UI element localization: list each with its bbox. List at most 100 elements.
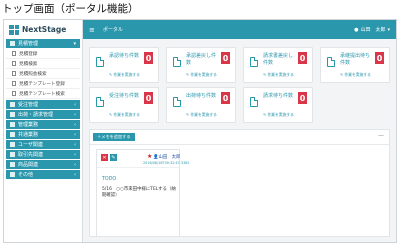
section-icon <box>10 172 15 177</box>
count-badge: 0 <box>375 52 384 64</box>
sidebar-section-partners[interactable]: 取引先関連 ‹ <box>6 150 80 159</box>
count-badge: 0 <box>221 52 230 64</box>
menu-icon[interactable]: ≡ <box>89 26 95 34</box>
sidebar-item-template-search[interactable]: 見積テンプレート検索 <box>6 89 80 99</box>
card-approval-returned[interactable]: 承認差戻し件数 0 ✎ 作業を実施する <box>166 47 236 83</box>
file-icon <box>173 56 182 67</box>
file-icon <box>173 96 182 107</box>
file-icon <box>96 96 105 107</box>
card-action-link[interactable]: ✎ 作業を実施する <box>109 112 140 118</box>
sidebar-section-label: 商品関連 <box>18 162 39 168</box>
card-action-link[interactable]: ✎ 作業を実施する <box>186 72 217 78</box>
sidebar: NextStage 見積管理 ▾ 見積登録 見積検索 見積照会検索 見積テンプレ… <box>4 20 83 242</box>
collapse-icon[interactable]: — <box>378 132 384 139</box>
divider <box>90 144 389 145</box>
chevron-down-icon: ▾ <box>387 26 390 33</box>
divider <box>97 167 179 168</box>
sidebar-section-other[interactable]: その他 ‹ <box>6 170 80 179</box>
breadcrumb: ポータル <box>102 27 123 33</box>
app-logo[interactable]: NextStage <box>4 20 82 39</box>
top-bar: ≡ ポータル ● 山田 太郎 ▾ <box>83 20 396 39</box>
count-badge: 0 <box>144 92 153 104</box>
card-pending-approval[interactable]: 承認待ち件数 0 ✎ 作業を実施する <box>89 47 159 83</box>
memo-text: 5/16 ○○市来田中様にTELする（納期確認） <box>102 187 176 198</box>
document-icon <box>12 61 16 66</box>
sidebar-section-label: その他 <box>18 172 34 178</box>
count-badge: 0 <box>298 52 307 64</box>
user-menu[interactable]: ● 山田 太郎 ▾ <box>354 26 390 34</box>
chevron-left-icon: ‹ <box>74 161 76 168</box>
trash-icon: ✕ <box>102 154 107 161</box>
card-action-link[interactable]: ✎ 作業を実施する <box>263 72 294 78</box>
card-action-link[interactable]: ✎ 作業を実施する <box>186 112 217 118</box>
chevron-left-icon: ‹ <box>74 111 76 118</box>
edit-memo-button[interactable]: ✎ <box>110 154 117 161</box>
sidebar-section-users[interactable]: ユーザ関連 ‹ <box>6 140 80 149</box>
card-submission-pending[interactable]: 承継提出待ち件数 0 ✎ 作業を実施する <box>320 47 390 83</box>
card-action-link[interactable]: ✎ 作業を実施する <box>263 112 294 118</box>
section-icon <box>10 132 15 137</box>
sidebar-section-products[interactable]: 商品関連 ‹ <box>6 160 80 169</box>
sidebar-section-orders[interactable]: 受注管理 ‹ <box>6 100 80 109</box>
user-name: 山田 太郎 <box>360 27 386 33</box>
section-icon <box>10 142 15 147</box>
delete-memo-button[interactable]: ✕ <box>101 154 108 161</box>
card-title: 受注待ち件数 <box>109 93 140 99</box>
file-icon <box>96 56 105 67</box>
add-memo-button[interactable]: ＋メモを追加する <box>93 133 135 141</box>
sidebar-item-estimate-search[interactable]: 見積検索 <box>6 59 80 69</box>
user-icon: ● <box>354 26 359 33</box>
card-action-label: 作業を実施する <box>113 112 140 117</box>
sidebar-section-management[interactable]: 管理業務 ‹ <box>6 120 80 129</box>
star-icon[interactable]: ★ <box>147 153 152 160</box>
sidebar-section-common[interactable]: 共通業務 ‹ <box>6 130 80 139</box>
count-badge: 0 <box>298 92 307 104</box>
sidebar-item-label: 見積テンプレート検索 <box>19 91 65 97</box>
file-icon <box>327 56 336 67</box>
sidebar-section-shipping[interactable]: 出荷・請求管理 ‹ <box>6 110 80 119</box>
card-action-label: 作業を実施する <box>344 72 371 77</box>
card-billing-pending[interactable]: 請求待ち件数 0 ✎ 作業を実施する <box>243 87 313 123</box>
sidebar-section-label: ユーザ関連 <box>18 142 43 148</box>
pencil-icon: ✎ <box>111 154 116 161</box>
sidebar-item-label: 見積テンプレート登録 <box>19 81 65 87</box>
section-icon <box>10 122 15 127</box>
file-icon <box>250 96 259 107</box>
file-icon <box>250 56 259 67</box>
sidebar-item-template-register[interactable]: 見積テンプレート登録 <box>6 79 80 89</box>
section-icon <box>10 41 15 46</box>
count-badge: 0 <box>144 52 153 64</box>
card-action-link[interactable]: ✎ 作業を実施する <box>340 72 371 78</box>
page-caption: トップ画面（ポータル機能） <box>2 3 139 15</box>
sidebar-section-estimate[interactable]: 見積管理 ▾ <box>6 39 80 48</box>
chevron-left-icon: ‹ <box>74 141 76 148</box>
card-action-label: 作業を実施する <box>190 112 217 117</box>
sidebar-item-label: 見積検索 <box>19 61 38 67</box>
chevron-left-icon: ‹ <box>74 121 76 128</box>
count-badge: 0 <box>221 92 230 104</box>
memo-heading: TODO <box>102 177 117 182</box>
card-action-label: 作業を実施する <box>190 72 217 77</box>
sidebar-item-estimate-inquiry[interactable]: 見積照会検索 <box>6 69 80 79</box>
memo-date: 2016/08/18T00:32:47.3382 <box>143 161 190 165</box>
card-title: 請求書差戻し件数 <box>263 53 294 66</box>
card-action-link[interactable]: ✎ 作業を実施する <box>109 72 140 78</box>
chevron-left-icon: ‹ <box>74 131 76 138</box>
chevron-down-icon: ▾ <box>73 40 76 47</box>
card-order-pending[interactable]: 受注待ち件数 0 ✎ 作業を実施する <box>89 87 159 123</box>
card-title: 承認待ち件数 <box>109 53 140 59</box>
section-icon <box>10 152 15 157</box>
memo-card: ✕ ✎ ★ 👤山田 太郎 2016/08/18T00:32:47.3382 TO… <box>96 149 190 237</box>
card-invoice-returned[interactable]: 請求書差戻し件数 0 ✎ 作業を実施する <box>243 47 313 83</box>
chevron-left-icon: ‹ <box>74 151 76 158</box>
sidebar-item-estimate-register[interactable]: 見積登録 <box>6 49 80 59</box>
sidebar-section-label: 共通業務 <box>18 132 39 138</box>
card-action-label: 作業を実施する <box>113 72 140 77</box>
section-icon <box>10 162 15 167</box>
chevron-left-icon: ‹ <box>74 101 76 108</box>
card-title: 出荷待ち件数 <box>186 93 217 99</box>
card-shipping-pending[interactable]: 出荷待ち件数 0 ✎ 作業を実施する <box>166 87 236 123</box>
sidebar-section-label: 受注管理 <box>18 102 39 108</box>
document-icon <box>12 51 16 56</box>
section-icon <box>10 112 15 117</box>
